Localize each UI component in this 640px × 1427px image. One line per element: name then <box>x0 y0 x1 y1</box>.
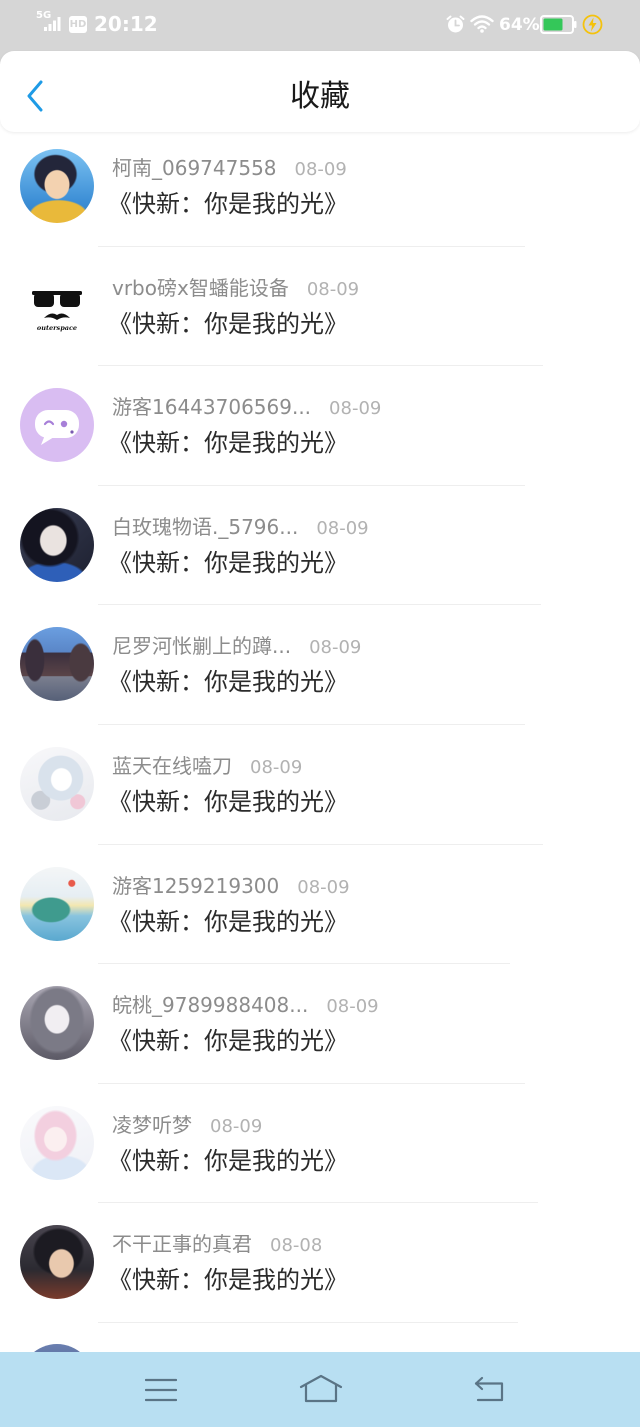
alarm-icon <box>446 15 465 33</box>
favorite-date: 08-09 <box>316 517 369 539</box>
item-meta: 蓝天在线嗑刀 08-09 <box>112 754 302 778</box>
user-name[interactable]: 游客1259219300 <box>112 874 279 898</box>
item-meta: 凌梦听梦 08-09 <box>112 1113 262 1137</box>
favorite-date: 08-09 <box>294 159 347 180</box>
divider <box>98 1321 518 1323</box>
avatar[interactable] <box>20 507 94 582</box>
user-name[interactable]: 皖桃_9789988408... <box>112 993 308 1017</box>
item-meta: 白玫瑰物语._5796... 08-09 <box>112 515 369 539</box>
favorite-item[interactable]: outerspace vrbo磅x智蟠能设备 08-09 《快新：你是我的光》 <box>0 247 640 367</box>
favorites-screen: 5G HD 20:12 64% 收藏 柯南_069747558 08-09 《快… <box>0 0 640 1427</box>
favorite-content[interactable]: 《快新：你是我的光》 <box>108 1146 348 1176</box>
user-name[interactable]: vrbo磅x智蟠能设备 <box>112 276 289 300</box>
favorite-date: 08-09 <box>297 876 350 898</box>
chat-bubble-avatar <box>20 388 94 463</box>
sunglasses-logo: outerspace <box>20 268 94 343</box>
favorite-content[interactable]: 《快新：你是我的光》 <box>108 189 348 219</box>
favorite-item[interactable]: 凌梦听梦 08-09 《快新：你是我的光》 <box>0 1084 640 1204</box>
avatar[interactable] <box>20 1225 94 1300</box>
battery-icon <box>540 15 577 34</box>
favorites-list: 柯南_069747558 08-09 《快新：你是我的光》 outerspace … <box>0 127 640 1323</box>
user-name[interactable]: 游客16443706569... <box>112 395 311 419</box>
item-meta: vrbo磅x智蟠能设备 08-09 <box>112 276 359 300</box>
favorite-content[interactable]: 《快新：你是我的光》 <box>108 1026 348 1056</box>
user-name[interactable]: 白玫瑰物语._5796... <box>112 515 298 539</box>
item-meta: 不干正事的真君 08-08 <box>112 1232 322 1256</box>
avatar[interactable] <box>20 1105 94 1180</box>
favorite-content[interactable]: 《快新：你是我的光》 <box>108 309 348 339</box>
favorite-date: 08-09 <box>250 756 303 778</box>
item-meta: 皖桃_9789988408... 08-09 <box>112 993 379 1017</box>
hd-badge: HD <box>69 16 87 33</box>
favorite-item[interactable]: 白玫瑰物语._5796... 08-09 《快新：你是我的光》 <box>0 486 640 606</box>
back-nav-button[interactable] <box>467 1369 511 1409</box>
item-meta: 游客16443706569... 08-09 <box>112 395 381 419</box>
user-name[interactable]: 柯南_069747558 <box>112 156 277 180</box>
user-name[interactable]: 凌梦听梦 <box>112 1113 192 1137</box>
page-title: 收藏 <box>290 79 350 114</box>
avatar[interactable] <box>20 866 94 941</box>
wifi-icon <box>470 15 494 33</box>
user-name[interactable]: 蓝天在线嗑刀 <box>112 754 232 778</box>
logo-text: outerspace <box>37 324 77 332</box>
item-meta: 尼罗河怅剻上的蹲... 08-09 <box>112 634 361 658</box>
favorite-item[interactable]: 皖桃_9789988408... 08-09 《快新：你是我的光》 <box>0 964 640 1084</box>
favorite-content[interactable]: 《快新：你是我的光》 <box>108 1265 348 1295</box>
favorite-content[interactable]: 《快新：你是我的光》 <box>108 907 348 937</box>
menu-button[interactable] <box>140 1370 182 1410</box>
clock-time: 20:12 <box>94 12 158 36</box>
item-meta: 游客1259219300 08-09 <box>112 874 350 898</box>
page-header: 收藏 <box>0 51 640 132</box>
avatar[interactable] <box>20 627 94 702</box>
avatar[interactable]: outerspace <box>20 268 94 343</box>
menu-icon <box>145 1378 177 1402</box>
favorite-date: 08-09 <box>309 637 362 659</box>
back-icon <box>474 1376 504 1402</box>
favorite-item[interactable]: 不干正事的真君 08-08 《快新：你是我的光》 <box>0 1203 640 1323</box>
favorite-item[interactable]: 尼罗河怅剻上的蹲... 08-09 《快新：你是我的光》 <box>0 605 640 725</box>
avatar[interactable] <box>20 746 94 821</box>
avatar[interactable] <box>20 388 94 463</box>
favorite-content[interactable]: 《快新：你是我的光》 <box>108 548 348 578</box>
favorite-date: 08-09 <box>210 1115 263 1137</box>
home-icon <box>299 1374 343 1403</box>
system-nav-bar <box>0 1352 640 1427</box>
favorite-content[interactable]: 《快新：你是我的光》 <box>108 667 348 697</box>
favorite-date: 08-09 <box>326 996 379 1018</box>
charging-icon <box>582 14 603 35</box>
favorite-date: 08-08 <box>270 1235 323 1257</box>
avatar[interactable] <box>20 986 94 1061</box>
favorite-item[interactable]: 游客16443706569... 08-09 《快新：你是我的光》 <box>0 366 640 486</box>
battery-percent: 64% <box>499 15 540 35</box>
user-name[interactable]: 尼罗河怅剻上的蹲... <box>112 634 291 658</box>
favorite-content[interactable]: 《快新：你是我的光》 <box>108 428 348 458</box>
home-button[interactable] <box>296 1368 346 1410</box>
favorite-item[interactable]: 柯南_069747558 08-09 《快新：你是我的光》 <box>0 127 640 247</box>
signal-icon <box>44 17 61 31</box>
favorite-date: 08-09 <box>306 278 360 300</box>
user-name[interactable]: 不干正事的真君 <box>112 1232 252 1256</box>
favorite-date: 08-09 <box>329 398 382 420</box>
favorite-content[interactable]: 《快新：你是我的光》 <box>108 787 348 817</box>
favorite-item[interactable]: 蓝天在线嗑刀 08-09 《快新：你是我的光》 <box>0 725 640 845</box>
item-meta: 柯南_069747558 08-09 <box>112 156 347 180</box>
avatar[interactable] <box>20 149 94 223</box>
favorite-item[interactable]: 游客1259219300 08-09 《快新：你是我的光》 <box>0 845 640 965</box>
